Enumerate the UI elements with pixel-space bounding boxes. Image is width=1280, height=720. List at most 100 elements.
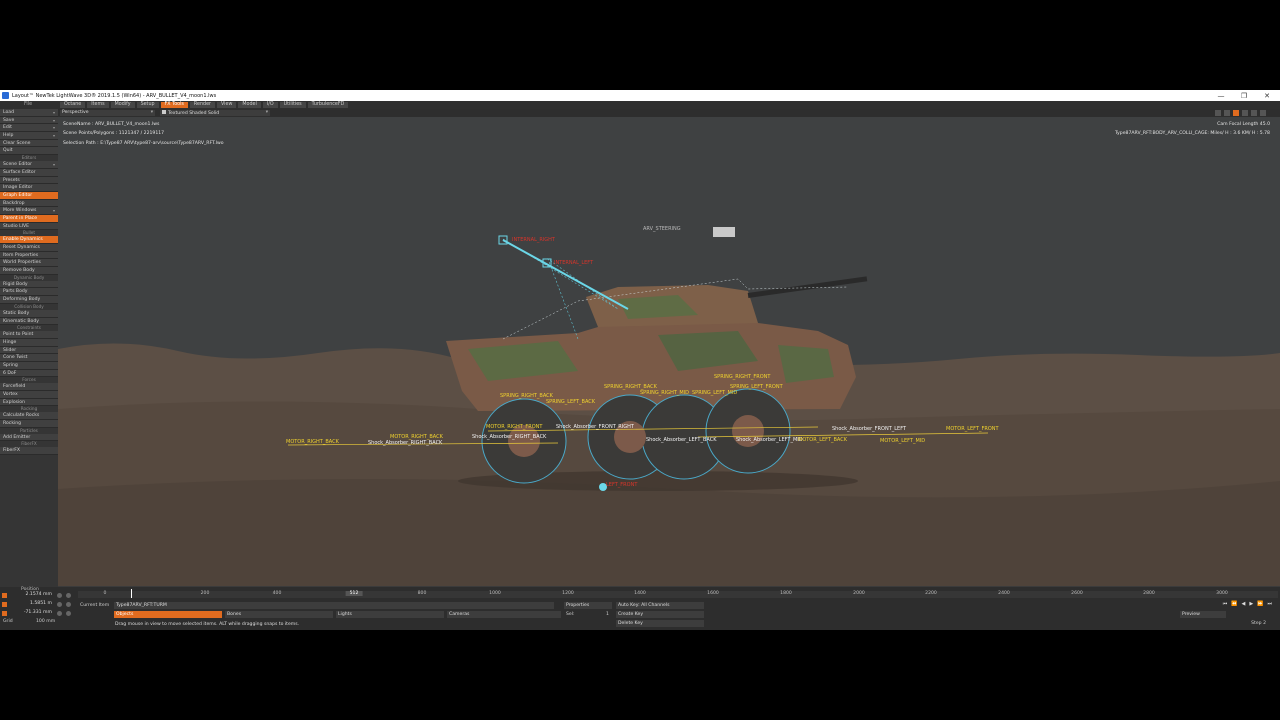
backdrop-button[interactable]: Backdrop	[0, 199, 58, 208]
tab-io[interactable]: I/O	[262, 102, 278, 108]
load-button[interactable]: Load ▾	[0, 109, 58, 117]
objects-tab[interactable]: Objects	[114, 611, 222, 618]
tab-octane[interactable]: Octane	[60, 102, 86, 108]
properties-button[interactable]: Properties	[564, 602, 612, 609]
tab-items[interactable]: Items	[87, 102, 109, 108]
slider-button[interactable]: Slider	[0, 346, 58, 355]
envelope-icon[interactable]	[57, 602, 62, 607]
auto-key-select[interactable]: Auto Key: All Channels	[616, 602, 704, 609]
fiberfx-button[interactable]: FiberFX	[0, 447, 58, 456]
point-to-point-button[interactable]: Point to Point	[0, 331, 58, 339]
bones-tab[interactable]: Bones	[225, 611, 333, 618]
parent-in-place-button[interactable]: Parent in Place	[0, 214, 58, 223]
chevron-down-icon: ▾	[52, 125, 55, 131]
save-button[interactable]: Save ▾	[0, 116, 58, 125]
cameras-tab[interactable]: Cameras	[447, 611, 561, 618]
add-emitter-button[interactable]: Add Emitter	[0, 433, 58, 442]
next-key-icon[interactable]: ⏩	[1257, 601, 1263, 607]
lock-icon[interactable]	[66, 593, 71, 598]
position-y-field[interactable]: 1.5851 m	[0, 601, 78, 608]
remove-body-button[interactable]: Remove Body	[0, 267, 58, 275]
restore-icon[interactable]: ❐	[1239, 92, 1249, 100]
grid-value[interactable]: 100 mm	[36, 618, 55, 625]
tab-view[interactable]: View	[217, 102, 237, 108]
spring-button[interactable]: Spring	[0, 361, 58, 370]
sel-count: 1	[606, 612, 609, 617]
go-to-end-icon[interactable]: ⏭	[1267, 601, 1272, 607]
envelope-icon[interactable]	[57, 611, 62, 616]
more-windows-button[interactable]: More Windows ▾	[0, 207, 58, 215]
lock-icon[interactable]	[66, 602, 71, 607]
delete-key-button[interactable]: Delete Key	[616, 620, 704, 627]
label-shock-left-back: Shock_Absorber_LEFT_BACK	[646, 437, 717, 443]
studio-live-button[interactable]: Studio LIVE	[0, 222, 58, 231]
graph-editor-button[interactable]: Graph Editor	[0, 191, 58, 200]
label-motor-left-front: MOTOR_LEFT_FRONT	[946, 426, 999, 432]
tab-setup[interactable]: Setup	[136, 102, 159, 108]
timeline-ruler[interactable]: 0 200 400 512 800 1000 1200 1400 1600 18…	[78, 591, 1278, 598]
timeline-playhead[interactable]	[131, 589, 132, 598]
tab-render[interactable]: Render	[189, 102, 215, 108]
label-motor-left-back: MOTOR_LEFT_BACK	[798, 437, 848, 443]
six-dof-button[interactable]: 6 DoF	[0, 369, 58, 378]
tab-utilities[interactable]: Utilities	[279, 102, 306, 108]
explosion-button[interactable]: Explosion	[0, 398, 58, 407]
label-spring-right-front: SPRING_RIGHT_FRONT	[714, 374, 771, 380]
calculate-rocks-button[interactable]: Calculate Rocks	[0, 412, 58, 421]
image-editor-button[interactable]: Image Editor	[0, 184, 58, 192]
go-to-start-icon[interactable]: ⏮	[1223, 601, 1228, 607]
kinematic-body-button[interactable]: Kinematic Body	[0, 317, 58, 326]
presets-button[interactable]: Presets	[0, 176, 58, 185]
enable-dynamics-button[interactable]: Enable Dynamics	[0, 236, 58, 244]
tick-label: 1600	[707, 591, 719, 596]
position-z-field[interactable]: -71.331 mm	[0, 610, 78, 617]
create-key-button[interactable]: Create Key	[616, 611, 704, 618]
forcefield-button[interactable]: Forcefield	[0, 383, 58, 391]
lights-tab[interactable]: Lights	[336, 611, 444, 618]
tab-model[interactable]: Model	[238, 102, 261, 108]
tab-fx-tools[interactable]: FX Tools	[160, 102, 188, 108]
lock-icon[interactable]	[66, 611, 71, 616]
help-button[interactable]: Help ▾	[0, 132, 58, 140]
vortex-button[interactable]: Vortex	[0, 391, 58, 399]
hinge-button[interactable]: Hinge	[0, 338, 58, 347]
tab-modify[interactable]: Modify	[110, 102, 135, 108]
play-icon[interactable]: ▶	[1249, 601, 1253, 607]
tab-turbulencefd[interactable]: TurbulenceFD	[307, 102, 349, 108]
deforming-body-button[interactable]: Deforming Body	[0, 296, 58, 304]
rocking-button[interactable]: Rocking	[0, 420, 58, 428]
file-menu-label[interactable]: File	[24, 102, 32, 107]
help-label: Help	[3, 133, 14, 139]
window-controls: — ❐ ✕	[1216, 92, 1280, 100]
close-icon[interactable]: ✕	[1262, 92, 1272, 100]
tick-label: 2600	[1071, 591, 1083, 596]
3d-viewport[interactable]: Perspective ▾ Textured Shaded Solid ▾ Scen…	[58, 109, 1280, 586]
position-x-field[interactable]: 2.1574 mm	[0, 592, 78, 599]
reset-dynamics-button[interactable]: Reset Dynamics	[0, 244, 58, 252]
quit-button[interactable]: Quit	[0, 147, 58, 156]
rigid-body-button[interactable]: Rigid Body	[0, 280, 58, 289]
play-reverse-icon[interactable]: ◀	[1242, 601, 1246, 607]
world-properties-button[interactable]: World Properties	[0, 259, 58, 268]
chevron-down-icon: ▾	[52, 162, 55, 168]
minimize-icon[interactable]: —	[1216, 92, 1226, 100]
edit-button[interactable]: Edit ▾	[0, 124, 58, 133]
cone-twist-button[interactable]: Cone Twist	[0, 354, 58, 362]
static-body-button[interactable]: Static Body	[0, 309, 58, 318]
current-item-select[interactable]: Type87ARV_RFT:TURM	[114, 602, 554, 609]
menu-bar: File Octane Items Modify Setup FX Tools …	[0, 101, 1280, 109]
envelope-icon[interactable]	[57, 593, 62, 598]
clear-scene-button[interactable]: Clear Scene	[0, 139, 58, 148]
left-toolbar: Load ▾ Save ▾ Edit ▾ Help ▾ Clear Scene Quit…	[0, 109, 58, 587]
surface-editor-button[interactable]: Surface Editor	[0, 168, 58, 177]
item-properties-button[interactable]: Item Properties	[0, 251, 58, 260]
tick-label: 0	[103, 591, 107, 596]
step-control[interactable]: Step 2	[1251, 621, 1266, 626]
previous-key-icon[interactable]: ⏪	[1231, 601, 1237, 607]
save-label: Save	[3, 117, 15, 123]
scene-editor-button[interactable]: Scene Editor ▾	[0, 161, 58, 169]
preview-select[interactable]: Preview	[1180, 611, 1226, 618]
parts-body-button[interactable]: Parts Body	[0, 288, 58, 297]
tick-label: 1000	[489, 591, 501, 596]
grid-label: Grid	[3, 619, 13, 624]
